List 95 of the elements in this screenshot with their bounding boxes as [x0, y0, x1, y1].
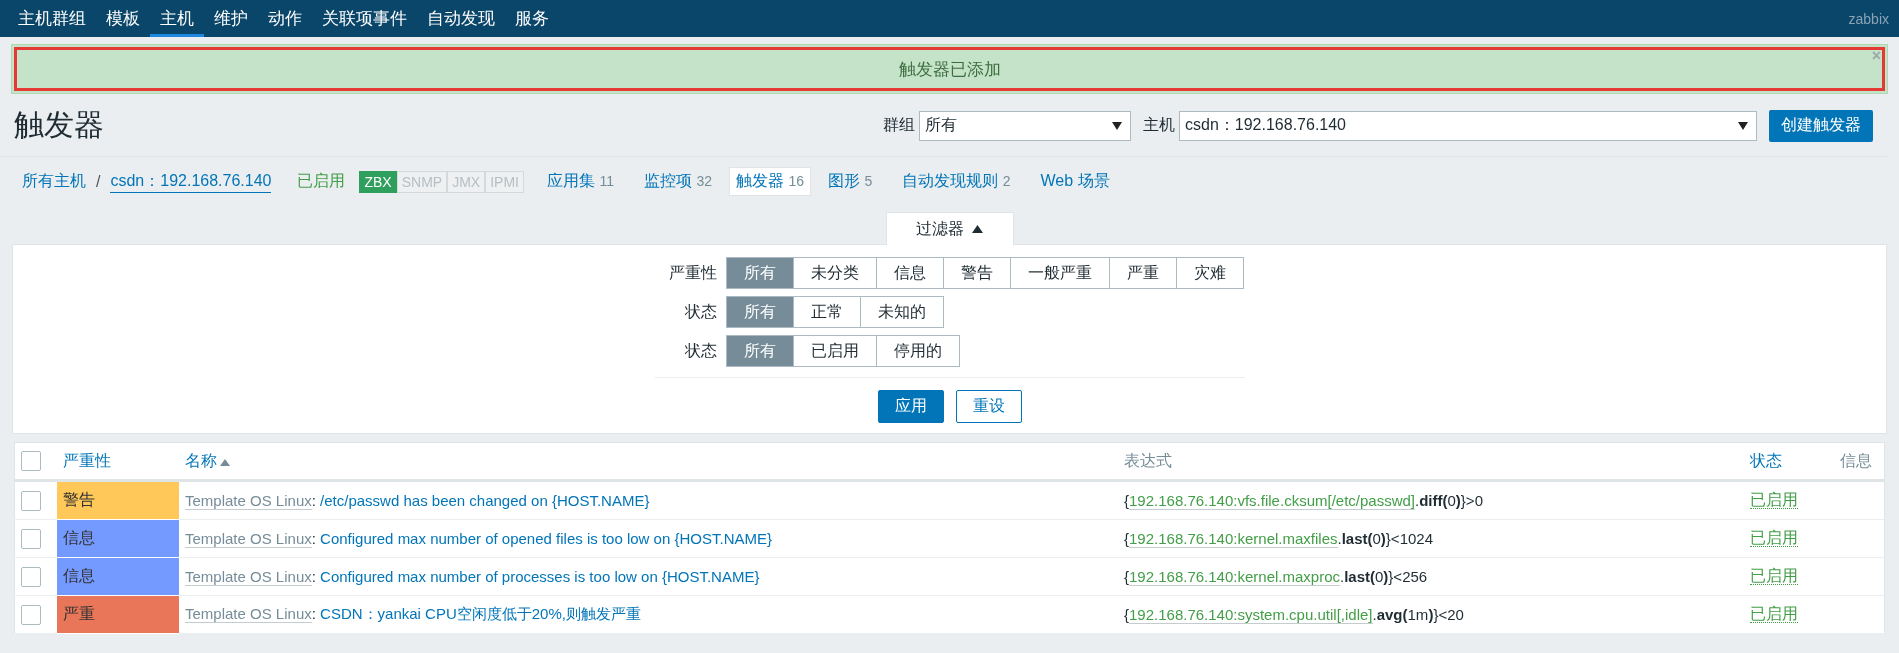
host-tab[interactable]: 自动发现规则 2	[895, 167, 1018, 196]
availability-tag: SNMP	[396, 170, 448, 193]
filter-toggle[interactable]: 过滤器	[885, 212, 1014, 245]
separator-colon: :	[311, 605, 316, 622]
severity-cell: 警告	[57, 480, 179, 520]
collapse-arrow-icon	[972, 225, 983, 233]
host-link[interactable]: csdn：192.168.76.140	[110, 170, 272, 193]
column-header: 信息	[1840, 451, 1872, 469]
trigger-name-link[interactable]: CSDN：yankai CPU空闲度低于20%,则触发严重	[320, 605, 641, 622]
trigger-name-link[interactable]: /etc/passwd has been changed on {HOST.NAME}	[320, 492, 650, 509]
group-select[interactable]: 所有	[919, 110, 1131, 141]
nav-item[interactable]: 主机群组	[8, 0, 96, 37]
filter-option[interactable]: 严重	[1108, 257, 1177, 289]
template-link[interactable]: Template OS Linux	[185, 492, 312, 510]
filter-option[interactable]: 未知的	[859, 296, 944, 328]
host-tab[interactable]: 图形 5	[821, 167, 880, 196]
trigger-name-link[interactable]: Configured max number of opened files is too low on {HOST.NAME}	[320, 530, 772, 547]
apply-button[interactable]: 应用	[877, 390, 944, 423]
reset-button[interactable]: 重设	[955, 390, 1022, 423]
severity-cell: 信息	[57, 557, 179, 596]
filter-option[interactable]: 停用的	[875, 335, 960, 367]
host-status: 已启用	[297, 171, 346, 191]
group-label: 群组	[883, 115, 915, 135]
caret-icon	[1112, 121, 1122, 130]
sort-arrow-icon	[220, 458, 230, 466]
filter-label: 状态	[683, 340, 717, 361]
column-header[interactable]: 严重性	[63, 451, 111, 469]
filter-option[interactable]: 正常	[792, 296, 861, 328]
brand-name: zabbix	[1848, 10, 1889, 27]
nav-item[interactable]: 自动发现	[417, 0, 505, 37]
status-link[interactable]: 已启用	[1750, 605, 1798, 623]
availability-tag: ZBX	[359, 170, 397, 193]
expression-function: .last(0)}<1024	[1337, 530, 1433, 547]
filter-option[interactable]: 信息	[875, 257, 944, 289]
filter-option[interactable]: 警告	[942, 257, 1011, 289]
column-header[interactable]: 状态	[1750, 451, 1782, 469]
host-tab[interactable]: Web 场景	[1033, 167, 1117, 196]
filter-option[interactable]: 所有	[725, 335, 794, 367]
expression-function: .last(0)}<256	[1340, 568, 1428, 585]
filter-label: 严重性	[667, 262, 717, 283]
row-checkbox[interactable]	[21, 528, 41, 549]
filter-option[interactable]: 已启用	[792, 335, 877, 367]
filter-option[interactable]: 灾难	[1175, 257, 1244, 289]
select-all-checkbox[interactable]	[21, 451, 41, 471]
filter-option[interactable]: 一般严重	[1009, 257, 1110, 289]
status-link[interactable]: 已启用	[1750, 491, 1798, 509]
filter-label: 状态	[683, 301, 717, 322]
availability-tag: JMX	[447, 170, 486, 193]
template-link[interactable]: Template OS Linux	[185, 568, 312, 586]
host-select[interactable]: csdn：192.168.76.140	[1179, 110, 1757, 141]
row-checkbox[interactable]	[21, 566, 41, 587]
row-checkbox[interactable]	[21, 490, 41, 511]
nav-item[interactable]: 主机	[150, 0, 204, 37]
expression-brace: {	[1124, 492, 1129, 509]
host-tab[interactable]: 监控项 32	[636, 167, 719, 196]
expression-brace: {	[1124, 568, 1129, 585]
breadcrumb-link[interactable]: 所有主机	[22, 171, 86, 192]
nav-item[interactable]: 动作	[258, 0, 312, 37]
page-title: 触发器	[14, 107, 105, 143]
filter-option[interactable]: 所有	[725, 257, 794, 289]
status-link[interactable]: 已启用	[1750, 529, 1798, 547]
template-link[interactable]: Template OS Linux	[185, 605, 312, 623]
template-link[interactable]: Template OS Linux	[185, 530, 312, 548]
column-header[interactable]: 名称	[185, 451, 217, 469]
status-link[interactable]: 已启用	[1750, 567, 1798, 585]
row-checkbox[interactable]	[21, 604, 41, 625]
expression-brace: {	[1124, 606, 1129, 623]
column-header: 表达式	[1124, 451, 1172, 469]
host-tab[interactable]: 应用集 11	[539, 167, 621, 196]
nav-item[interactable]: 关联项事件	[312, 0, 417, 37]
filter-option[interactable]: 所有	[725, 296, 794, 328]
breadcrumb-separator: /	[96, 172, 101, 191]
create-trigger-button[interactable]: 创建触发器	[1769, 109, 1873, 142]
item-key-link[interactable]: 192.168.76.140:kernel.maxfiles	[1129, 530, 1338, 548]
nav-item[interactable]: 服务	[505, 0, 559, 37]
item-key-link[interactable]: 192.168.76.140:system.cpu.util[,idle]	[1129, 606, 1373, 624]
item-key-link[interactable]: 192.168.76.140:kernel.maxproc	[1129, 568, 1340, 586]
severity-cell: 信息	[57, 519, 179, 558]
item-key-link[interactable]: 192.168.76.140:vfs.file.cksum[/etc/passwd]	[1129, 492, 1415, 510]
trigger-name-link[interactable]: Configured max number of processes is too low on {HOST.NAME}	[320, 568, 760, 585]
separator-colon: :	[311, 530, 316, 547]
host-tab[interactable]: 触发器 16	[728, 167, 811, 196]
message-text: 触发器已添加	[898, 58, 1001, 81]
nav-item[interactable]: 维护	[204, 0, 258, 37]
filter-option[interactable]: 未分类	[792, 257, 877, 289]
separator-colon: :	[311, 492, 316, 509]
separator-colon: :	[311, 568, 316, 585]
expression-function: .diff(0)}>0	[1415, 492, 1483, 509]
expression-function: .avg(1m)}<20	[1372, 606, 1464, 623]
severity-cell: 严重	[57, 595, 179, 634]
caret-icon	[1738, 121, 1748, 130]
availability-tag: IPMI	[485, 170, 524, 193]
expression-brace: {	[1124, 530, 1129, 547]
host-label: 主机	[1143, 115, 1175, 135]
nav-item[interactable]: 模板	[96, 0, 150, 37]
